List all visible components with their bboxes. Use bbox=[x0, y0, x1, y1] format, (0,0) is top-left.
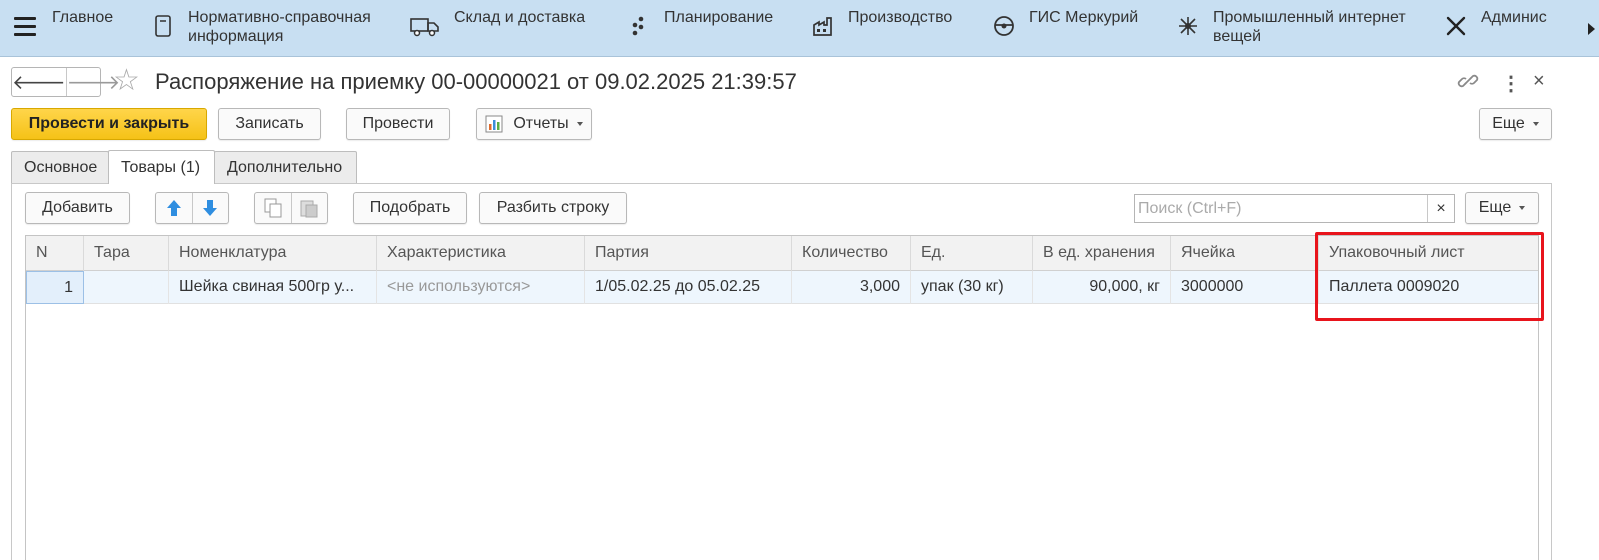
dots-icon bbox=[628, 15, 650, 37]
nav-item-label: Планирование bbox=[664, 9, 774, 26]
reports-label: Отчеты bbox=[513, 115, 569, 132]
column-header[interactable]: Характеристика bbox=[377, 236, 585, 271]
more-vertical-icon[interactable]: ⋮ bbox=[1501, 71, 1521, 96]
goods-table: N Тара Номенклатура Характеристика Парти… bbox=[25, 235, 1539, 560]
arrow-up-icon[interactable] bbox=[156, 193, 193, 223]
truck-icon bbox=[410, 15, 440, 37]
column-header[interactable]: Ячейка bbox=[1171, 236, 1319, 271]
cell-quantity[interactable]: 3,000 bbox=[792, 271, 911, 304]
nav-item-label: Админис bbox=[1481, 9, 1547, 26]
tab-main[interactable]: Основное bbox=[11, 151, 109, 183]
nav-item-warehouse[interactable]: Склад и доставка bbox=[410, 8, 585, 37]
column-header[interactable]: N bbox=[26, 236, 84, 271]
chevron-down-icon bbox=[1532, 122, 1539, 126]
nav-item-planning[interactable]: Планирование bbox=[628, 8, 773, 37]
cell-packing-list[interactable]: Паллета 0009020 bbox=[1319, 271, 1540, 304]
column-header[interactable]: Тара bbox=[84, 236, 169, 271]
book-icon bbox=[152, 15, 174, 37]
close-icon[interactable]: × bbox=[1533, 70, 1545, 93]
cell-container[interactable] bbox=[84, 271, 169, 304]
report-icon bbox=[485, 114, 505, 134]
table-header: N Тара Номенклатура Характеристика Парти… bbox=[26, 236, 1538, 271]
cell-batch[interactable]: 1/05.02.25 до 05.02.25 bbox=[585, 271, 792, 304]
nav-item-main[interactable]: Главное bbox=[52, 8, 113, 27]
paste-icon[interactable] bbox=[292, 193, 328, 223]
nav-item-label: ГИС Меркурий bbox=[1029, 9, 1139, 26]
column-header[interactable]: Упаковочный лист bbox=[1319, 236, 1540, 271]
cell-characteristic[interactable]: <не используются> bbox=[377, 271, 585, 304]
cell-nomenclature[interactable]: Шейка свиная 500гр у... bbox=[169, 271, 377, 304]
add-button[interactable]: Добавить bbox=[25, 192, 130, 224]
cell-unit[interactable]: упак (30 кг) bbox=[911, 271, 1033, 304]
move-buttons bbox=[155, 192, 229, 224]
cell-number[interactable]: 1 bbox=[26, 271, 84, 304]
nav-item-label: Главное bbox=[52, 9, 114, 26]
tools-icon bbox=[1445, 15, 1467, 37]
chevron-down-icon bbox=[1519, 206, 1526, 210]
menu-icon[interactable] bbox=[14, 17, 36, 37]
search-input[interactable] bbox=[1135, 195, 1427, 222]
post-button[interactable]: Провести bbox=[346, 108, 450, 140]
back-arrow-icon[interactable]: 🡐 bbox=[12, 68, 67, 96]
page-title: Распоряжение на приемку 00-00000021 от 0… bbox=[155, 69, 797, 94]
search-field: × bbox=[1134, 194, 1455, 223]
chevron-down-icon bbox=[576, 122, 583, 126]
history-navigation: 🡐 🡒 bbox=[11, 67, 120, 97]
column-header[interactable]: Количество bbox=[792, 236, 911, 271]
top-navigation: Главное Нормативно-справочная информация… bbox=[0, 0, 1599, 57]
post-and-close-button[interactable]: Провести и закрыть bbox=[11, 108, 207, 140]
copy-paste-buttons bbox=[254, 192, 328, 224]
nav-item-mercury[interactable]: ГИС Меркурий bbox=[993, 8, 1138, 37]
nav-item-label: Нормативно-справочная информация bbox=[188, 9, 371, 45]
nav-item-production[interactable]: Производство bbox=[812, 8, 952, 37]
select-button[interactable]: Подобрать bbox=[353, 192, 467, 224]
table-more-button[interactable]: Еще bbox=[1465, 192, 1539, 224]
network-icon bbox=[1177, 15, 1199, 37]
nav-item-label: Промышленный интернет вещей bbox=[1213, 9, 1406, 45]
clear-search-icon[interactable]: × bbox=[1427, 195, 1454, 222]
nav-item-reference[interactable]: Нормативно-справочная информация bbox=[152, 8, 371, 46]
tab-goods[interactable]: Товары (1) bbox=[108, 150, 215, 184]
link-icon[interactable] bbox=[1457, 70, 1479, 97]
cell-storage-units[interactable]: 90,000, кг bbox=[1033, 271, 1171, 304]
nav-item-admin[interactable]: Админис bbox=[1445, 8, 1547, 37]
more-label: Еще bbox=[1492, 115, 1525, 132]
nav-item-iot[interactable]: Промышленный интернет вещей bbox=[1177, 8, 1406, 46]
column-header[interactable]: В ед. хранения bbox=[1033, 236, 1171, 271]
more-label: Еще bbox=[1478, 199, 1512, 216]
more-button[interactable]: Еще bbox=[1479, 108, 1552, 140]
column-header[interactable]: Номенклатура bbox=[169, 236, 377, 271]
tab-additional[interactable]: Дополнительно bbox=[214, 151, 357, 183]
split-row-button[interactable]: Разбить строку bbox=[479, 192, 627, 224]
nav-item-label: Производство bbox=[848, 9, 953, 26]
reports-button[interactable]: Отчеты bbox=[476, 108, 592, 140]
save-button[interactable]: Записать bbox=[218, 108, 321, 140]
cell-storage-cell[interactable]: 3000000 bbox=[1171, 271, 1319, 304]
nav-item-label: Склад и доставка bbox=[454, 9, 586, 26]
star-icon[interactable]: ☆ bbox=[113, 66, 140, 96]
table-row[interactable]: 1 Шейка свиная 500гр у... <не используют… bbox=[26, 271, 1538, 304]
factory-icon bbox=[812, 15, 834, 37]
copy-icon[interactable] bbox=[255, 193, 292, 223]
steering-icon bbox=[993, 15, 1015, 37]
column-header[interactable]: Ед. bbox=[911, 236, 1033, 271]
nav-scroll-right-icon[interactable] bbox=[1583, 0, 1599, 56]
column-header[interactable]: Партия bbox=[585, 236, 792, 271]
arrow-down-icon[interactable] bbox=[193, 193, 229, 223]
